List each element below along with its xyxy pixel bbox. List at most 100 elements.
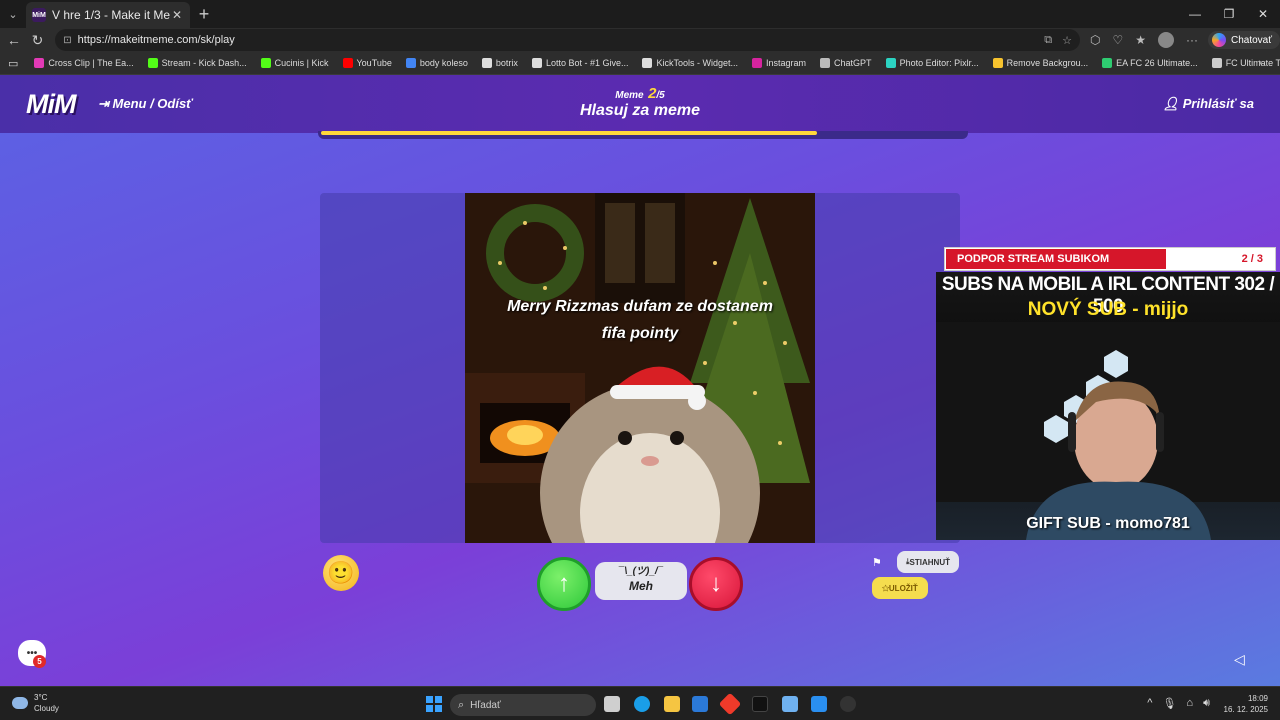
cloud-icon <box>12 697 28 709</box>
taskbar-search[interactable]: ⌕ Hľadať <box>450 694 596 716</box>
login-button[interactable]: 👤︎ Prihlásiť sa <box>1163 96 1254 112</box>
extensions-icon[interactable]: ⬡ <box>1090 33 1100 47</box>
meme-caption-line1: Merry Rizzmas dufam ze dostanem <box>507 298 773 315</box>
save-label: ULOŽIŤ <box>888 583 918 593</box>
app-red-icon[interactable] <box>718 692 742 716</box>
bookmark-item[interactable]: Remove Backgrou... <box>992 58 1088 68</box>
bookmark-item[interactable]: FC Ultimate Team... <box>1211 58 1280 68</box>
meh-button[interactable]: ¯\_(ツ)_/¯ Meh <box>595 562 687 600</box>
tab-actions-icon[interactable]: ⌄ <box>0 0 26 28</box>
obs-icon[interactable] <box>840 696 856 712</box>
bookmark-item[interactable]: EA FC 26 Ultimate... <box>1102 58 1198 68</box>
meme-caption-line2: fifa pointy <box>601 325 679 342</box>
bookmark-favicon-icon <box>992 58 1003 68</box>
menu-leave-button[interactable]: ⇥ Menu / Odísť <box>98 96 192 112</box>
bookmark-label: Lotto Bot - #1 Give... <box>545 58 629 68</box>
network-icon[interactable]: ⌂ <box>1186 697 1193 710</box>
download-button[interactable]: ⤓ STIAHNUŤ <box>897 551 959 573</box>
url-bar[interactable]: ⊡ https://makeitmeme.com/sk/play ⧉ ☆ <box>55 29 1080 51</box>
meme-caption: Merry Rizzmas dufam ze dostanem fifa poi… <box>465 293 815 347</box>
bookmark-label: KickTools - Widget... <box>656 58 739 68</box>
bookmarks-more-icon[interactable]: › <box>1258 57 1262 69</box>
bookmark-favicon-icon <box>885 58 896 68</box>
browser-tab-bar: ⌄ MiM V hre 1/3 - Make it Meme ✕ + — ❐ ✕ <box>0 0 1280 28</box>
mim-logo[interactable]: MiM <box>26 89 76 120</box>
bookmark-favicon-icon <box>820 58 831 68</box>
weather-widget[interactable]: 3°C Cloudy <box>12 692 59 714</box>
report-flag-icon[interactable]: ⚑ <box>872 556 882 569</box>
weather-temp: 3°C <box>34 693 48 702</box>
favorites-icon[interactable]: ★ <box>1135 33 1146 47</box>
bookmark-item[interactable]: KickTools - Widget... <box>642 58 738 68</box>
bookmark-favicon-icon <box>34 58 45 68</box>
new-tab-icon[interactable]: + <box>190 4 218 25</box>
edge-icon[interactable] <box>634 696 650 712</box>
bookmark-item[interactable]: botrix <box>481 58 518 68</box>
copilot-button[interactable]: Chatovať <box>1208 31 1280 49</box>
clock-time: 18:09 <box>1247 694 1268 703</box>
taskbar-clock[interactable]: 18:09 16. 12. 2025 <box>1224 693 1268 715</box>
bookmark-label: Instagram <box>766 58 807 68</box>
webcam-overlay: SUBS NA MOBIL A IRL CONTENT 302 / 500 NO… <box>936 272 1280 540</box>
new-sub-text: NOVÝ SUB - mijjo <box>1027 299 1189 320</box>
bookmark-item[interactable]: Instagram <box>752 58 806 68</box>
store-icon[interactable] <box>692 696 708 712</box>
close-window-icon[interactable]: ✕ <box>1246 0 1280 28</box>
weather-desc: Cloudy <box>34 704 59 713</box>
bookmark-label: Stream - Kick Dash... <box>161 58 247 68</box>
meh-label: Meh <box>629 579 653 593</box>
bookmark-label: Cross Clip | The Ea... <box>48 58 134 68</box>
refresh-icon[interactable]: ↻ <box>26 32 50 49</box>
bookmark-label: FC Ultimate Team... <box>1225 58 1280 68</box>
app-blue-icon[interactable] <box>811 696 827 712</box>
reading-list-icon[interactable]: ▭ <box>8 57 18 70</box>
notepad-icon[interactable] <box>782 696 798 712</box>
bookmark-label: ChatGPT <box>834 58 872 68</box>
close-tab-icon[interactable]: ✕ <box>170 8 184 22</box>
url-text: https://makeitmeme.com/sk/play <box>77 34 235 46</box>
bookmark-label: Cucinis | Kick <box>274 58 329 68</box>
windows-start-icon[interactable] <box>426 696 442 712</box>
site-info-icon[interactable]: ⊡ <box>63 35 71 46</box>
downvote-button[interactable]: ↓ <box>689 557 743 611</box>
browser-essentials-icon[interactable]: ♡ <box>1112 33 1123 47</box>
microphone-icon[interactable]: 🎙︎ <box>1162 697 1176 710</box>
save-button[interactable]: ✩ ULOŽIŤ <box>872 577 928 599</box>
round-progress-fill <box>321 131 817 135</box>
minimize-icon[interactable]: — <box>1178 0 1212 28</box>
more-icon[interactable]: ··· <box>1186 33 1198 47</box>
active-tab[interactable]: MiM V hre 1/3 - Make it Meme ✕ <box>26 2 190 28</box>
app-available-icon[interactable]: ⧉ <box>1044 34 1052 47</box>
meme-image: Merry Rizzmas dufam ze dostanem fifa poi… <box>465 193 815 543</box>
back-icon[interactable]: ← <box>2 32 26 48</box>
sound-mute-icon[interactable]: ◁ <box>1234 651 1245 668</box>
favorite-star-icon[interactable]: ☆ <box>1062 34 1072 47</box>
bookmark-item[interactable]: YouTube <box>342 58 392 68</box>
bookmarks-bar: ▭ Cross Clip | The Ea... Stream - Kick Da… <box>0 52 1280 75</box>
volume-icon[interactable]: 🔊︎ <box>1203 697 1210 710</box>
task-view-icon[interactable] <box>604 696 620 712</box>
bookmark-favicon-icon <box>342 58 353 68</box>
bookmark-favicon-icon <box>752 58 763 68</box>
windows-taskbar: 3°C Cloudy ⌕ Hľadať ^ 🎙︎ ⌂ 🔊︎ 18:09 16. … <box>0 686 1280 720</box>
restore-icon[interactable]: ❐ <box>1212 0 1246 28</box>
bookmark-item[interactable]: body koleso <box>405 58 468 68</box>
file-explorer-icon[interactable] <box>664 696 680 712</box>
bookmark-favicon-icon <box>147 58 158 68</box>
bookmark-item[interactable]: Photo Editor: Pixlr... <box>885 58 979 68</box>
emoji-reaction-button[interactable]: 🙂 <box>323 555 359 591</box>
round-counter: Meme 2/5 Hlasuj za meme <box>560 85 720 120</box>
bookmark-item[interactable]: ChatGPT <box>820 58 872 68</box>
bookmark-favicon-icon <box>1211 58 1222 68</box>
bookmark-item[interactable]: Cucinis | Kick <box>260 58 329 68</box>
address-toolbar: ← ↻ ⊡ https://makeitmeme.com/sk/play ⧉ ☆… <box>0 28 1280 52</box>
bookmark-favicon-icon <box>1102 58 1113 68</box>
bookmark-item[interactable]: Lotto Bot - #1 Give... <box>531 58 629 68</box>
sub-goal-bar: PODPOR STREAM SUBIKOM 2 / 3 <box>944 247 1276 271</box>
profile-avatar[interactable] <box>1158 32 1174 48</box>
upvote-button[interactable]: ↑ <box>537 557 591 611</box>
tray-overflow-icon[interactable]: ^ <box>1147 697 1152 710</box>
bookmark-item[interactable]: Cross Clip | The Ea... <box>34 58 134 68</box>
bookmark-item[interactable]: Stream - Kick Dash... <box>147 58 247 68</box>
tiktok-icon[interactable] <box>752 696 768 712</box>
